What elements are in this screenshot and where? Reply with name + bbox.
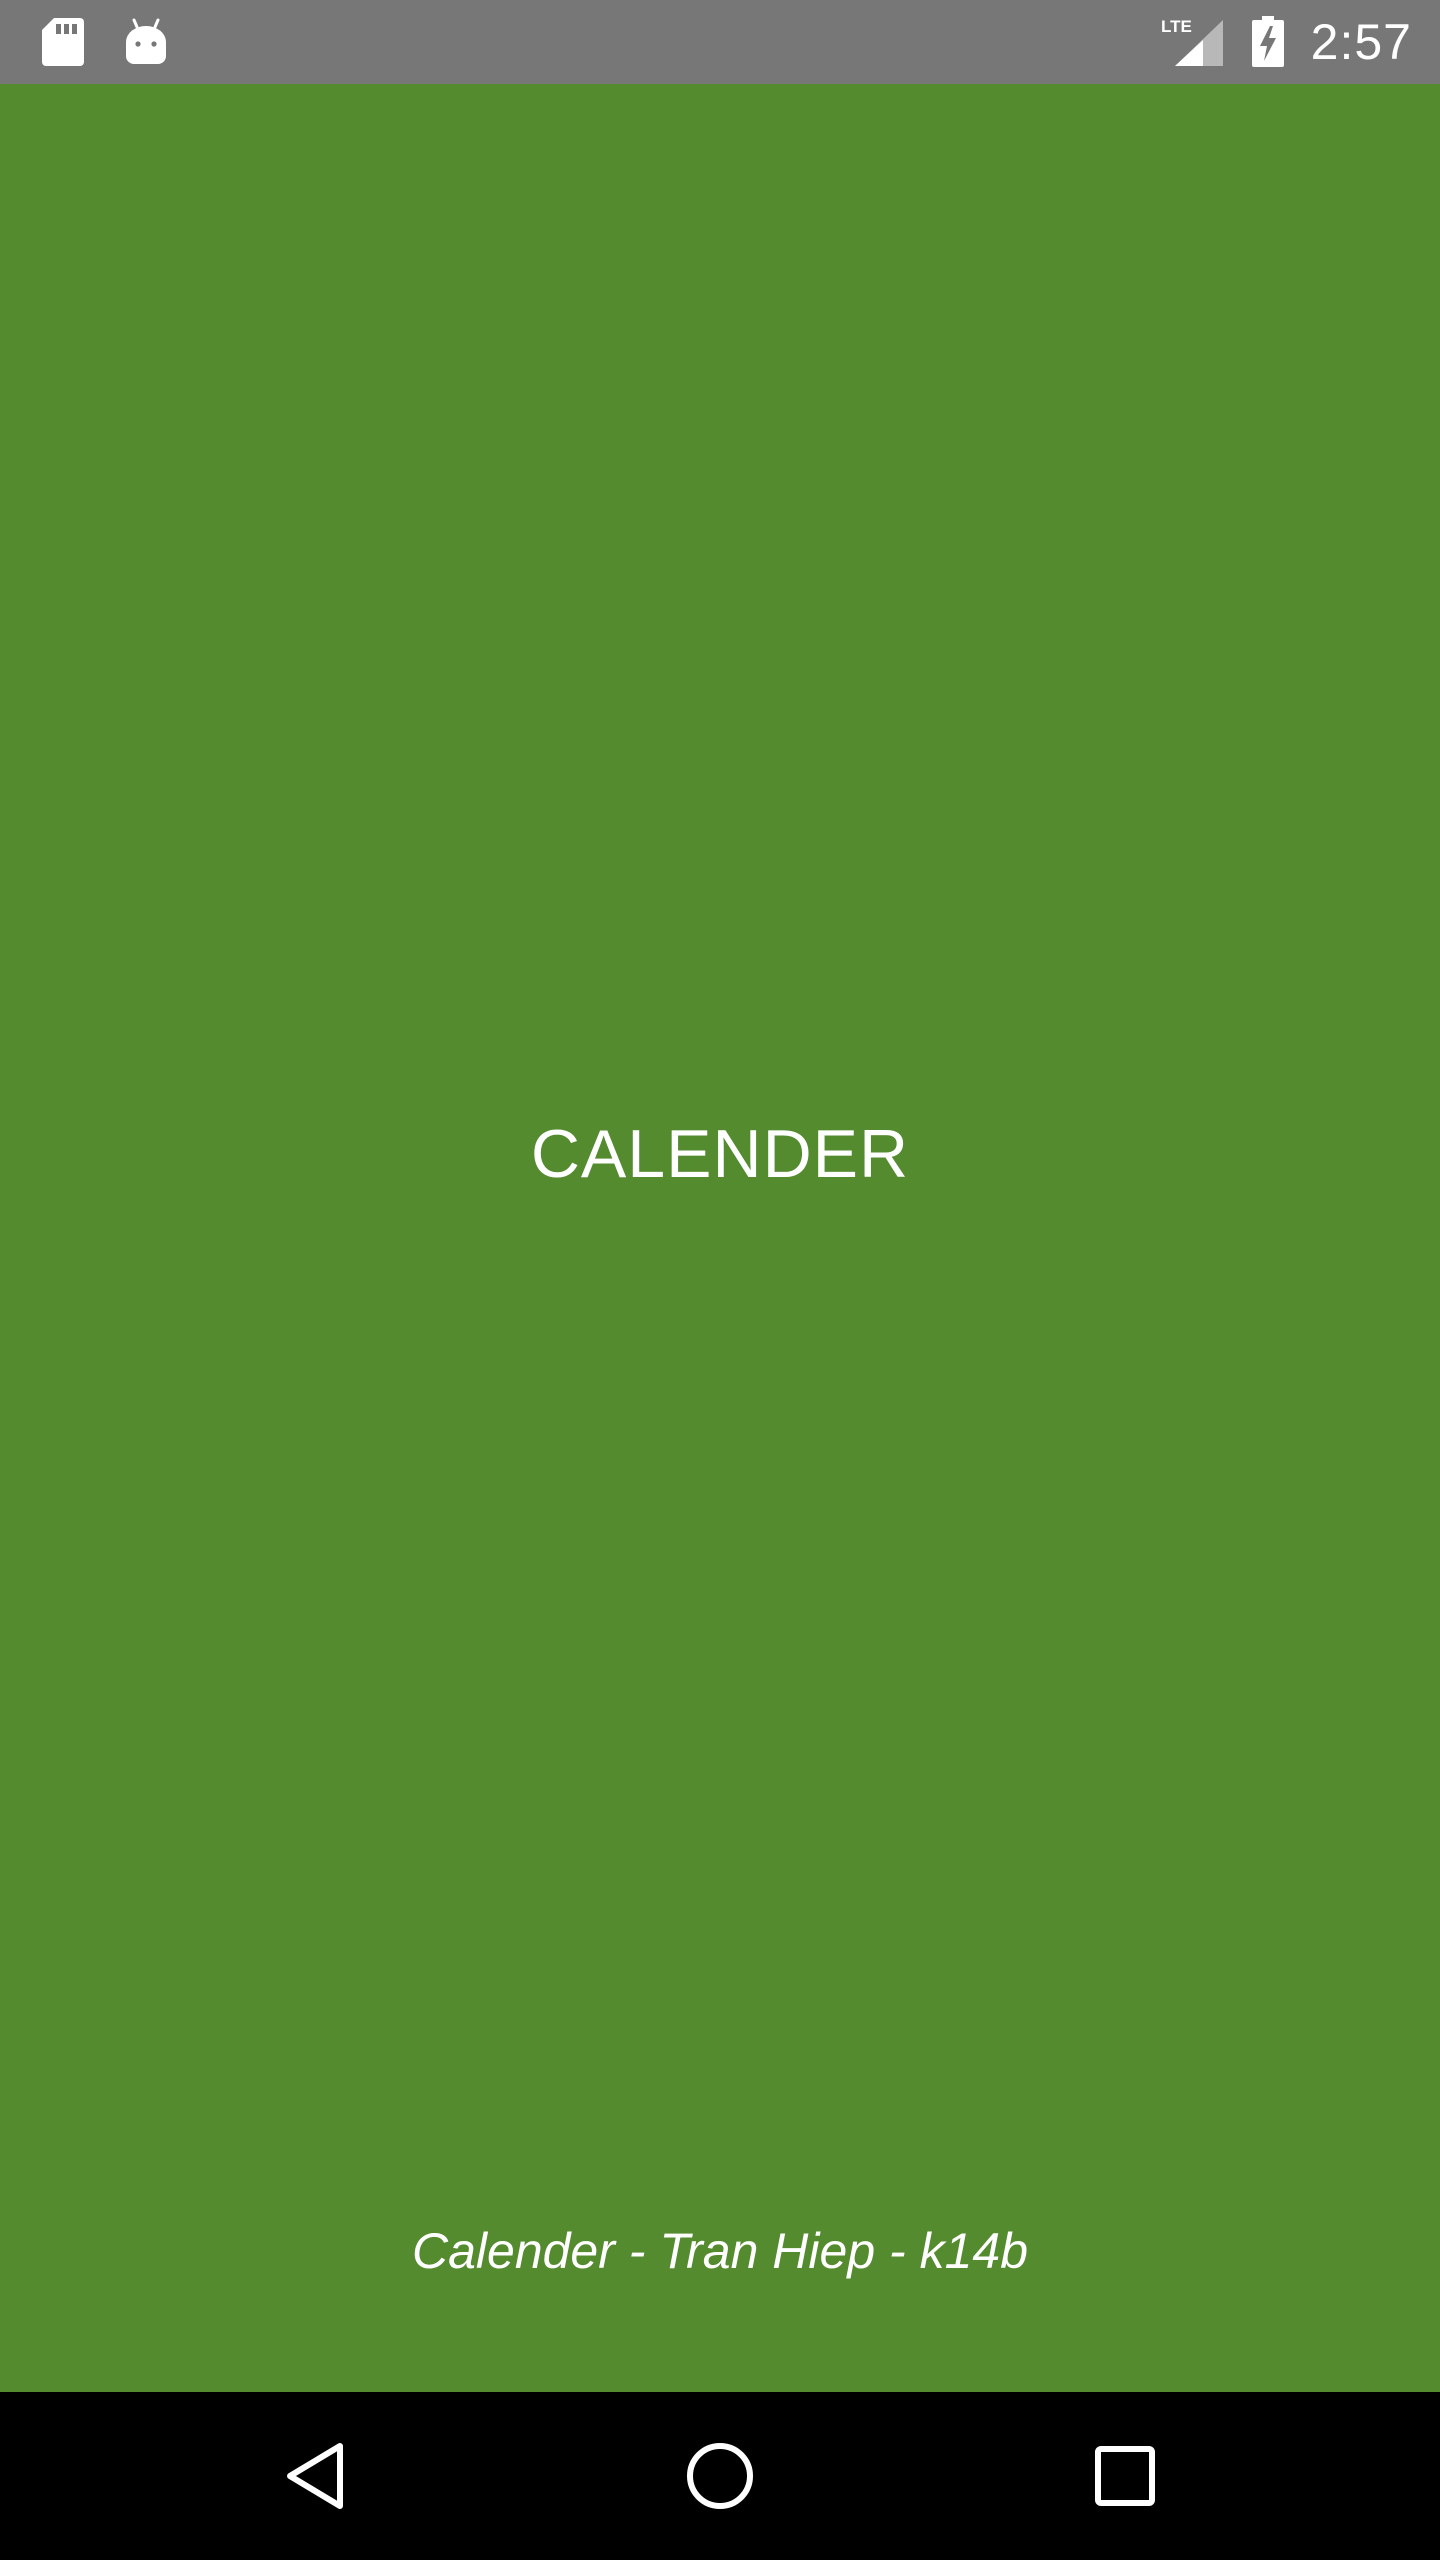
status-notifications xyxy=(40,14,168,70)
footer-credit: Calender - Tran Hiep - k14b xyxy=(411,2223,1028,2279)
status-bar: LTE 2:57 xyxy=(0,0,1440,84)
recents-button[interactable] xyxy=(1045,2392,1205,2560)
navigation-bar xyxy=(0,2392,1440,2560)
sd-card-icon xyxy=(40,16,84,68)
lte-signal-icon: LTE xyxy=(1161,16,1225,68)
page-title: CALENDER xyxy=(530,1116,910,1192)
home-button[interactable] xyxy=(640,2392,800,2560)
battery-charging-icon xyxy=(1251,16,1285,68)
main-content: CALENDER Calender - Tran Hiep - k14b xyxy=(0,84,1440,2392)
network-label: LTE xyxy=(1161,17,1192,36)
status-system: LTE 2:57 xyxy=(1161,0,1412,84)
status-time: 2:57 xyxy=(1310,14,1412,70)
android-icon xyxy=(124,18,168,66)
back-button[interactable] xyxy=(236,2392,396,2560)
recents-icon xyxy=(1093,2444,1157,2508)
home-icon xyxy=(684,2440,756,2512)
app-screen: LTE 2:57 CALENDER Calender - Tran Hiep -… xyxy=(0,0,1440,2560)
back-icon xyxy=(284,2440,348,2512)
